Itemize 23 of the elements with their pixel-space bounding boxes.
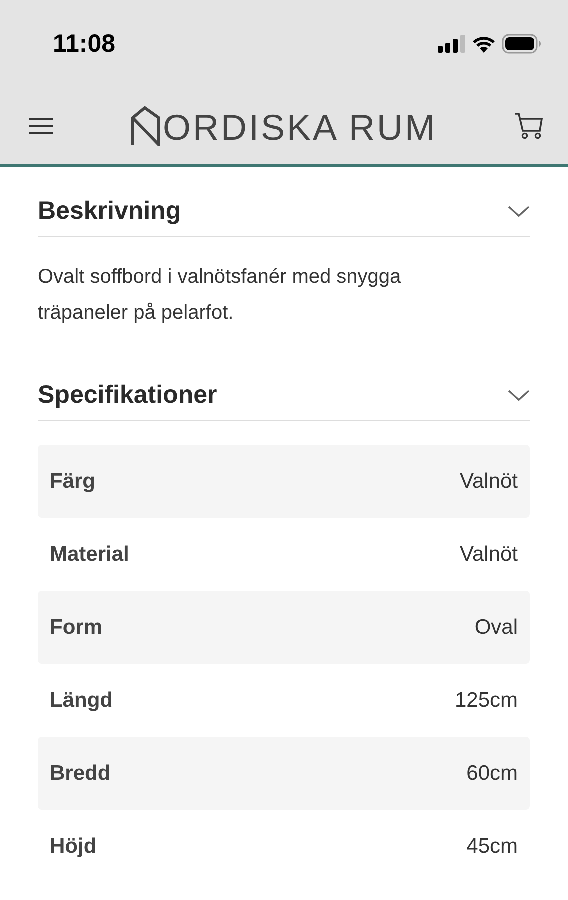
spec-label: Färg xyxy=(50,470,96,494)
description-text: Ovalt soffbord i valnötsfanér med snygga träpaneler på pelarfot. xyxy=(38,265,402,326)
spec-label: Bredd xyxy=(50,762,111,786)
wifi-icon xyxy=(472,35,496,53)
spec-value: 125cm xyxy=(454,688,518,712)
accordion-header[interactable]: Specifikationer xyxy=(38,367,530,421)
menu-icon[interactable] xyxy=(28,116,54,136)
spec-value: 60cm xyxy=(466,762,518,786)
spec-label: Form xyxy=(50,616,102,640)
cart-icon[interactable] xyxy=(514,112,544,140)
logo-text: ORDISKA RUM xyxy=(162,110,438,146)
spec-label: Höjd xyxy=(50,834,97,858)
spec-label: Material xyxy=(50,542,130,566)
logo-icon xyxy=(130,106,161,146)
spec-value: Valnöt xyxy=(460,542,518,566)
spec-value: 45cm xyxy=(466,834,518,858)
status-time: 11:08 xyxy=(53,30,116,58)
spec-label: Längd xyxy=(50,688,113,712)
battery-icon xyxy=(502,34,542,54)
signal-icon xyxy=(438,35,466,53)
accordion-header[interactable]: Beskrivning xyxy=(38,183,530,237)
spec-value: Oval xyxy=(474,616,518,640)
spec-value: Valnöt xyxy=(460,470,518,494)
